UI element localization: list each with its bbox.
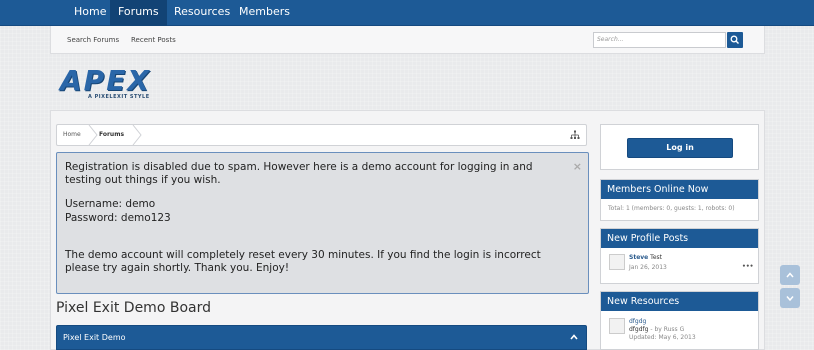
avatar[interactable] xyxy=(609,254,625,270)
breadcrumb: Home Forums xyxy=(56,124,587,146)
tab-members[interactable]: Members xyxy=(231,0,298,26)
resource-author: - by Russ G xyxy=(648,326,685,333)
breadcrumb-home[interactable]: Home xyxy=(63,125,81,145)
members-online-summary: Total: 1 (members: 0, guests: 1, robots:… xyxy=(608,205,735,212)
demo-password: Password: demo123 xyxy=(65,212,171,224)
profile-post-author[interactable]: Steve xyxy=(629,254,648,261)
top-nav: Home Forums Resources Members xyxy=(0,0,814,26)
members-online-title: Members Online Now xyxy=(601,180,758,199)
more-icon[interactable]: ••• xyxy=(742,263,754,270)
search-forums-link[interactable]: Search Forums xyxy=(67,26,119,54)
category-title[interactable]: Pixel Exit Demo xyxy=(63,326,126,350)
demo-username: Username: demo xyxy=(65,198,156,210)
search-icon xyxy=(730,35,739,44)
search-button[interactable] xyxy=(727,32,743,48)
login-button[interactable]: Log in xyxy=(627,138,733,158)
notice-box: × Registration is disabled due to spam. … xyxy=(56,152,589,294)
notice-text: Registration is disabled due to spam. Ho… xyxy=(65,161,533,186)
category-header[interactable]: Pixel Exit Demo xyxy=(56,325,587,350)
chevron-up-icon[interactable] xyxy=(570,333,578,341)
new-resources-title: New Resources xyxy=(601,292,758,311)
chevron-down-icon xyxy=(786,296,794,302)
chevron-up-icon xyxy=(786,272,794,278)
sitemap-icon[interactable] xyxy=(570,130,580,140)
close-icon[interactable]: × xyxy=(573,160,582,173)
resource-updated: Updated: May 6, 2013 xyxy=(629,334,696,341)
new-resources-panel: New Resources dfgdg dfgdfg - by Russ G U… xyxy=(600,291,759,350)
recent-posts-link[interactable]: Recent Posts xyxy=(131,26,176,54)
scroll-up-button[interactable] xyxy=(780,265,800,285)
breadcrumb-separator-icon xyxy=(132,125,142,145)
board-title: Pixel Exit Demo Board xyxy=(56,300,211,316)
search-input[interactable]: Search... xyxy=(593,32,726,48)
resource-name[interactable]: dfgdg xyxy=(629,318,646,325)
sub-nav: Search Forums Recent Posts Search... xyxy=(50,26,765,54)
notice-reset-text: The demo account will completely reset e… xyxy=(65,249,541,274)
login-panel: Log in xyxy=(600,124,759,170)
resource-description: dfgdfg xyxy=(629,326,649,333)
members-online-panel: Members Online Now Total: 1 (members: 0,… xyxy=(600,179,759,221)
profile-post-text: Test xyxy=(650,254,662,261)
resource-icon[interactable] xyxy=(609,318,625,334)
tab-home[interactable]: Home xyxy=(66,0,114,26)
tab-forums[interactable]: Forums xyxy=(110,0,167,26)
logo-subtitle: A PIXELEXIT STYLE xyxy=(88,94,150,100)
logo-text: APEX xyxy=(60,64,151,97)
profile-post-date: Jan 26, 2013 xyxy=(629,264,667,271)
profile-posts-title: New Profile Posts xyxy=(601,229,758,248)
tab-resources[interactable]: Resources xyxy=(166,0,238,26)
breadcrumb-separator-icon xyxy=(88,125,98,145)
profile-posts-panel: New Profile Posts Steve Test Jan 26, 201… xyxy=(600,228,759,284)
breadcrumb-forums[interactable]: Forums xyxy=(99,125,124,145)
scroll-down-button[interactable] xyxy=(780,288,800,308)
site-logo[interactable]: APEX A PIXELEXIT STYLE xyxy=(60,64,151,100)
